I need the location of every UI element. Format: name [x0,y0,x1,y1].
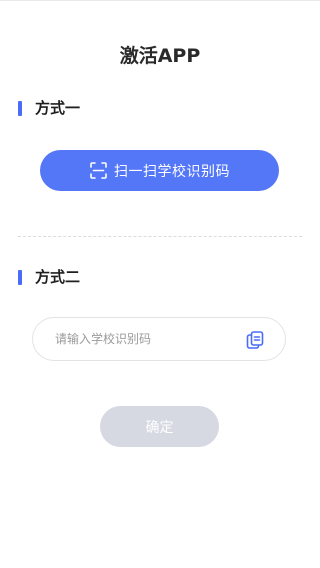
confirm-button[interactable]: 确定 [100,406,219,447]
section-accent-bar [18,269,22,285]
section-accent-bar [18,100,22,116]
school-code-field [32,317,286,361]
top-border [0,0,320,1]
section-divider [18,236,302,237]
section-header-method-one: 方式一 [18,99,80,117]
section-label-method-one: 方式一 [35,99,81,117]
page-title: 激活APP [119,45,201,67]
section-label-method-two: 方式二 [35,268,81,286]
scan-school-code-button[interactable]: 扫一扫学校识别码 [40,150,279,191]
paste-icon[interactable] [245,330,265,350]
scan-icon [89,161,108,180]
section-header-method-two: 方式二 [18,268,80,286]
school-code-input[interactable] [55,318,245,360]
scan-button-label: 扫一扫学校识别码 [114,163,230,180]
